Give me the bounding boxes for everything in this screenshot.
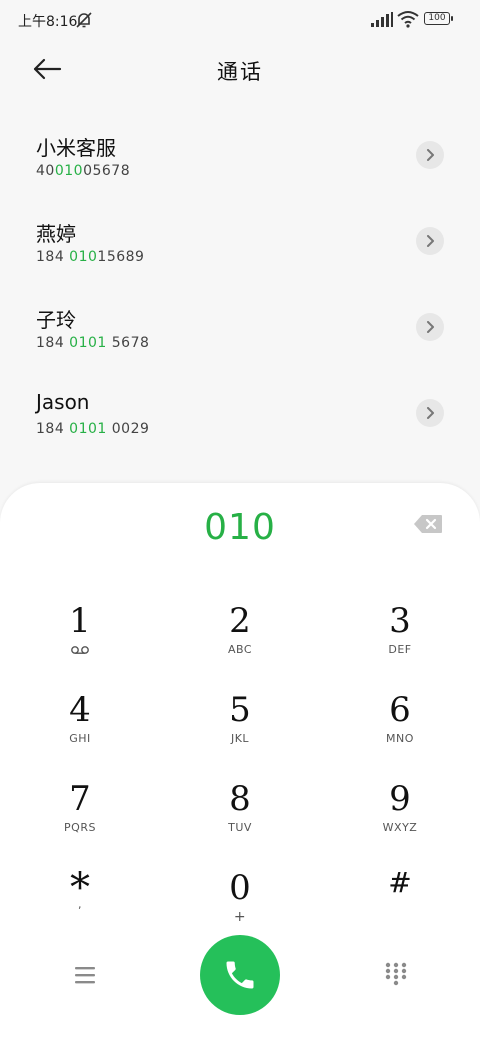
key-letters: ,	[78, 898, 82, 911]
battery-level: 100	[424, 12, 450, 25]
contact-detail-button[interactable]	[416, 313, 444, 341]
status-bar: 上午8:16 100	[0, 0, 480, 42]
contact-item[interactable]: Jason 184 0101 0029	[0, 368, 480, 454]
voicemail-icon	[71, 646, 89, 654]
key-digit: 7	[69, 779, 91, 819]
key-letters: DEF	[388, 643, 412, 656]
key-letters: ABC	[227, 643, 253, 656]
contact-number: 4001005678	[36, 163, 131, 179]
contact-list: 小米客服 4001005678 燕婷 184 01015689 子玲 184 0…	[0, 110, 480, 454]
signal-icon	[371, 12, 393, 27]
key-digit: 0	[229, 868, 251, 908]
key-8[interactable]: 8 TUV	[180, 779, 300, 859]
contact-name: 燕婷	[36, 222, 76, 246]
phone-icon	[226, 961, 254, 989]
key-digit: 5	[229, 690, 251, 730]
key-digit: #	[388, 866, 412, 899]
dialpad-grid-icon[interactable]	[383, 961, 409, 987]
status-time: 上午8:16	[18, 14, 78, 30]
contact-item[interactable]: 小米客服 4001005678	[0, 110, 480, 196]
key-letters: WXYZ	[382, 821, 418, 834]
key-7[interactable]: 7 PQRS	[20, 779, 140, 859]
key-digit: 1	[69, 601, 91, 641]
chevron-right-icon	[427, 407, 434, 419]
key-letters: JKL	[230, 732, 250, 745]
key-hash[interactable]: #	[340, 863, 460, 943]
mute-icon	[76, 12, 92, 28]
key-9[interactable]: 9 WXYZ	[340, 779, 460, 859]
contact-number: 184 0101 5678	[36, 335, 150, 351]
key-2[interactable]: 2 ABC	[180, 601, 300, 681]
contact-item[interactable]: 子玲 184 0101 5678	[0, 282, 480, 368]
key-letters: MNO	[386, 732, 414, 745]
wifi-icon	[397, 11, 419, 28]
battery-icon: 100	[424, 12, 454, 28]
contact-detail-button[interactable]	[416, 141, 444, 169]
key-3[interactable]: 3 DEF	[340, 601, 460, 681]
call-button[interactable]	[200, 935, 280, 1015]
key-digit: 4	[69, 690, 91, 730]
key-digit: 6	[389, 690, 411, 730]
contact-detail-button[interactable]	[416, 227, 444, 255]
menu-icon[interactable]	[70, 963, 100, 987]
chevron-right-icon	[427, 321, 434, 333]
page-title: 通话	[217, 60, 263, 84]
contact-item[interactable]: 燕婷 184 01015689	[0, 196, 480, 282]
app-header: 通话	[0, 42, 480, 98]
backspace-icon[interactable]	[413, 514, 443, 534]
key-digit: 3	[389, 601, 411, 641]
key-letters: TUV	[228, 821, 252, 834]
key-digit: 2	[229, 601, 251, 641]
key-letters: PQRS	[64, 821, 96, 834]
key-letters: +	[233, 909, 247, 925]
key-5[interactable]: 5 JKL	[180, 690, 300, 770]
contact-name: 子玲	[36, 308, 76, 332]
dialed-number: 010	[204, 507, 276, 548]
contact-number: 184 0101 0029	[36, 421, 150, 437]
key-4[interactable]: 4 GHI	[20, 690, 140, 770]
contact-number: 184 01015689	[36, 249, 145, 265]
chevron-right-icon	[427, 235, 434, 247]
key-digit: 9	[389, 779, 411, 819]
contact-name: Jason	[36, 390, 90, 414]
key-1[interactable]: 1	[20, 601, 140, 681]
chevron-right-icon	[427, 149, 434, 161]
key-letters: GHI	[69, 732, 91, 745]
key-6[interactable]: 6 MNO	[340, 690, 460, 770]
bottom-action-bar	[0, 935, 480, 1015]
key-digit: 8	[229, 779, 251, 819]
contact-detail-button[interactable]	[416, 399, 444, 427]
contact-name: 小米客服	[36, 136, 116, 160]
